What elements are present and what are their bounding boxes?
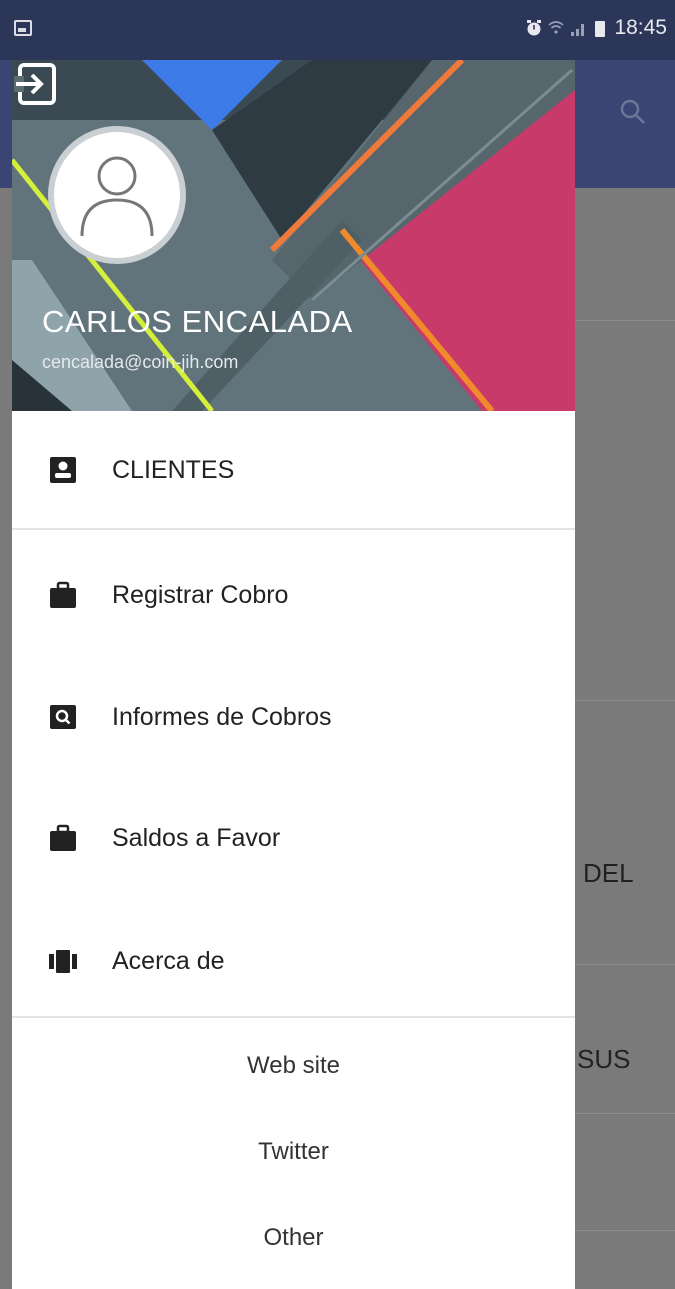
gallery-notification-icon xyxy=(14,20,32,36)
wifi-icon xyxy=(548,21,564,34)
drawer-header: CARLOS ENCALADA cencalada@coin-jih.com xyxy=(12,60,575,411)
user-email: cencalada@coin-jih.com xyxy=(42,352,239,372)
list-divider xyxy=(575,700,675,701)
user-icon xyxy=(80,156,154,237)
signal-icon xyxy=(571,24,585,36)
list-divider xyxy=(575,1113,675,1114)
menu-item-label: Informes de Cobros xyxy=(112,702,332,731)
menu-divider xyxy=(12,528,575,530)
link-web-site[interactable]: Web site xyxy=(12,1052,575,1080)
menu-item-clientes[interactable]: CLIENTES xyxy=(12,415,575,525)
battery-icon xyxy=(595,21,606,37)
menu-item-label: CLIENTES xyxy=(112,455,235,484)
status-time: 18:45 xyxy=(614,16,667,39)
list-divider xyxy=(575,964,675,965)
menu-item-acerca-de[interactable]: Acerca de xyxy=(12,906,575,1016)
alarm-icon xyxy=(527,20,542,36)
link-twitter[interactable]: Twitter xyxy=(12,1138,575,1166)
menu-divider xyxy=(12,1016,575,1018)
user-name: CARLOS ENCALADA xyxy=(42,304,353,339)
menu-item-saldos-a-favor[interactable]: Saldos a Favor xyxy=(12,783,575,893)
menu-item-label: Registrar Cobro xyxy=(112,580,289,609)
background-text: DEL xyxy=(583,858,634,888)
search-report-icon xyxy=(50,705,76,729)
navigation-drawer: CARLOS ENCALADA cencalada@coin-jih.com C… xyxy=(12,60,575,1289)
logout-icon[interactable] xyxy=(12,60,60,108)
avatar[interactable] xyxy=(48,126,186,264)
carousel-icon xyxy=(49,950,77,973)
menu-item-label: Acerca de xyxy=(112,946,225,975)
link-other[interactable]: Other xyxy=(12,1224,575,1252)
background-text: SUS xyxy=(577,1044,631,1074)
menu-item-label: Saldos a Favor xyxy=(112,823,281,852)
contact-card-icon xyxy=(50,457,76,483)
menu-item-informes-de-cobros[interactable]: Informes de Cobros xyxy=(12,662,575,772)
search-icon[interactable] xyxy=(619,98,647,126)
list-divider xyxy=(575,1230,675,1231)
briefcase-icon xyxy=(50,581,76,608)
menu-item-registrar-cobro[interactable]: Registrar Cobro xyxy=(12,540,575,650)
status-bar: 18:45 xyxy=(0,0,675,60)
briefcase-icon xyxy=(50,824,76,851)
list-divider xyxy=(575,320,675,321)
